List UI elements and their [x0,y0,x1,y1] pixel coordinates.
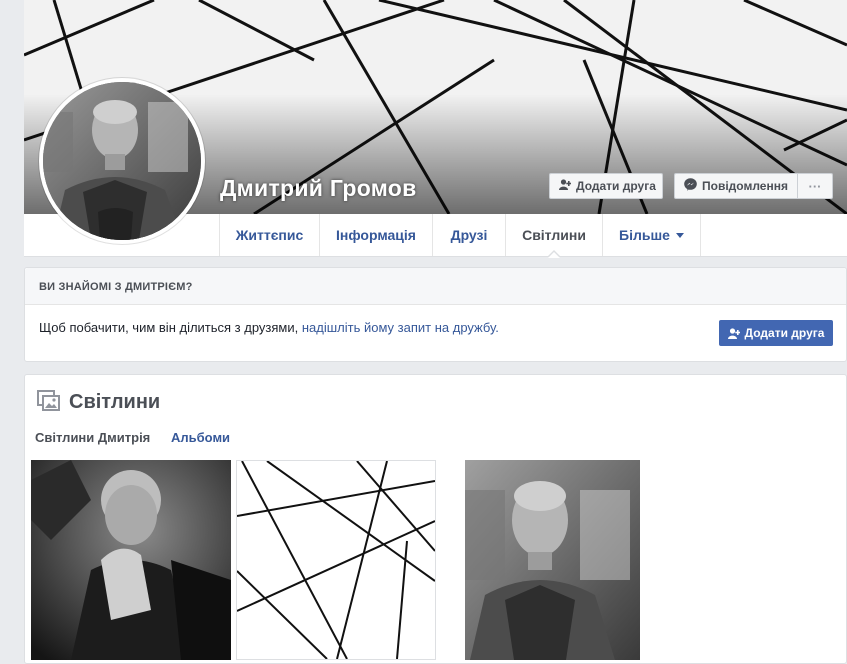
friend-request-title: ВИ ЗНАЙОМІ З ДМИТРІЄМ? [39,281,193,293]
more-dots-icon: ··· [808,178,822,194]
photos-section: Світлини Світлини Дмитрія Альбоми [24,374,847,664]
photo-thumbnail[interactable] [236,460,436,660]
message-button[interactable]: Повідомлення [674,173,797,199]
tab-timeline[interactable]: Життєпис [220,214,320,256]
photo-image [31,460,231,660]
message-label: Повідомлення [702,179,788,193]
friend-request-card-header: ВИ ЗНАЙОМІ З ДМИТРІЄМ? [25,268,846,305]
photo-image [237,461,435,659]
friend-request-card: ВИ ЗНАЙОМІ З ДМИТРІЄМ? Щоб побачити, чим… [24,267,847,362]
more-options-button[interactable]: ··· [797,173,833,199]
add-friend-primary-button[interactable]: Додати друга [719,320,833,346]
tab-more[interactable]: Більше [603,214,701,256]
avatar-photo [43,82,201,240]
chevron-down-icon [675,232,684,238]
friend-request-message: Щоб побачити, чим він ділиться з друзями… [39,320,499,335]
messenger-icon [684,178,697,194]
add-friend-label: Додати друга [576,179,656,193]
add-friend-icon [559,179,572,193]
tab-albums[interactable]: Альбоми [171,430,230,445]
tab-about[interactable]: Інформація [320,214,433,256]
tab-user-photos[interactable]: Світлини Дмитрія [35,430,150,445]
profile-avatar[interactable] [39,78,205,244]
photo-thumbnail[interactable] [31,460,231,660]
tab-friends[interactable]: Друзі [433,214,506,256]
send-request-link[interactable]: надішліть йому запит на дружбу. [302,320,499,335]
add-friend-icon [727,327,740,339]
add-friend-button[interactable]: Додати друга [549,173,663,199]
profile-name[interactable]: Дмитрий Громов [220,175,417,202]
photos-icon [37,390,61,417]
tab-more-label: Більше [619,227,670,243]
tab-photos[interactable]: Світлини [506,214,603,258]
profile-tabs: Життєпис Інформація Друзі Світлини Більш… [219,214,701,258]
add-friend-primary-label: Додати друга [744,326,825,340]
photo-thumbnail[interactable] [440,460,640,660]
friend-request-text: Щоб побачити, чим він ділиться з друзями… [39,320,302,335]
photo-image [465,460,640,660]
photos-title[interactable]: Світлини [69,391,160,414]
